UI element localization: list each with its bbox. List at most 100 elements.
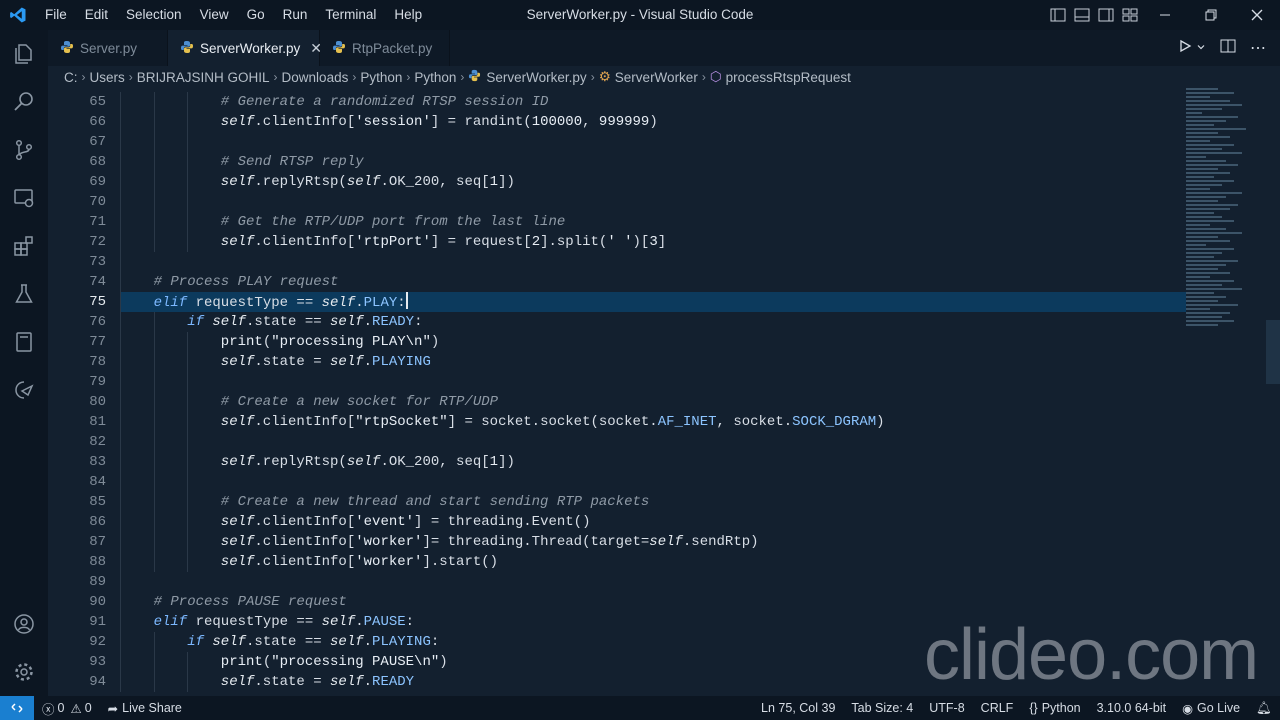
restore-icon[interactable] — [1188, 0, 1234, 30]
code-token: ] — [657, 234, 667, 250]
search-icon[interactable] — [0, 78, 48, 126]
testing-flask-icon[interactable] — [0, 270, 48, 318]
warning-count: 0 — [84, 701, 92, 715]
breadcrumb-python-sub[interactable]: Python — [414, 70, 456, 85]
breadcrumb-method[interactable]: ⬡ processRtspRequest — [710, 69, 851, 85]
breadcrumb-class[interactable]: ⚙ ServerWorker — [599, 69, 698, 85]
code-token: PLAYING — [372, 354, 431, 370]
breadcrumb-user-folder[interactable]: BRIJRAJSINH GOHIL — [137, 70, 270, 85]
menu-selection[interactable]: Selection — [117, 0, 191, 30]
code-line[interactable]: self.clientInfo['event'] = threading.Eve… — [120, 512, 1180, 532]
minimap-line — [1186, 248, 1234, 250]
tab-size[interactable]: Tab Size: 4 — [843, 696, 921, 720]
python-interpreter[interactable]: 3.10.0 64-bit — [1089, 696, 1175, 720]
code-line[interactable] — [120, 472, 1180, 492]
run-debug-icon[interactable] — [0, 174, 48, 222]
code-line[interactable]: elif requestType == self.PLAY: — [120, 292, 1186, 312]
code-line[interactable] — [120, 132, 1180, 152]
live-share-status[interactable]: ➦ Live Share — [100, 696, 190, 720]
minimap[interactable] — [1186, 88, 1266, 348]
code-line[interactable] — [120, 572, 1180, 592]
breadcrumb-drive[interactable]: C: — [64, 70, 78, 85]
code-line[interactable]: # Create a new socket for RTP/UDP — [120, 392, 1180, 412]
menu-terminal[interactable]: Terminal — [316, 0, 385, 30]
vertical-scrollbar[interactable] — [1266, 320, 1280, 384]
breadcrumb-users[interactable]: Users — [90, 70, 125, 85]
indent-guide — [120, 612, 121, 632]
code-line[interactable]: # Process PAUSE request — [120, 592, 1180, 612]
breadcrumb-file[interactable]: ServerWorker.py — [468, 69, 587, 85]
go-live-button[interactable]: ◉ Go Live — [1174, 696, 1248, 720]
run-options-chevron-down-icon[interactable] — [1196, 39, 1206, 57]
menu-run[interactable]: Run — [274, 0, 317, 30]
minimize-icon[interactable] — [1142, 0, 1188, 30]
code-line[interactable]: print("processing PLAY\n") — [120, 332, 1180, 352]
split-editor-icon[interactable] — [1220, 39, 1236, 58]
file-encoding[interactable]: UTF-8 — [921, 696, 972, 720]
extensions-icon[interactable] — [0, 222, 48, 270]
tab-serverworker-py[interactable]: ServerWorker.py ✕ — [168, 30, 322, 66]
code-line[interactable]: self.clientInfo['worker']= threading.Thr… — [120, 532, 1180, 552]
code-line[interactable]: # Create a new thread and start sending … — [120, 492, 1180, 512]
indent-guide — [187, 352, 189, 372]
tab-server-py[interactable]: Server.py — [48, 30, 168, 66]
code-line[interactable]: self.replyRtsp(self.OK_200, seq[1]) — [120, 452, 1180, 472]
menu-edit[interactable]: Edit — [76, 0, 117, 30]
cursor-position[interactable]: Ln 75, Col 39 — [753, 696, 843, 720]
code-token: # Get the RTP/UDP port from the last lin… — [220, 214, 566, 230]
code-token: self — [212, 314, 247, 330]
code-line[interactable] — [120, 372, 1180, 392]
indent-guide — [153, 332, 155, 352]
code-line[interactable]: self.replyRtsp(self.OK_200, seq[1]) — [120, 172, 1180, 192]
live-share-icon[interactable] — [0, 366, 48, 414]
code-token: ]) — [498, 174, 515, 190]
code-line[interactable]: # Generate a randomized RTSP session ID — [120, 92, 1180, 112]
code-line[interactable]: self.clientInfo['worker'].start() — [120, 552, 1180, 572]
toggle-primary-sidebar-icon[interactable] — [1046, 0, 1070, 30]
minimap-line — [1186, 320, 1234, 322]
breadcrumb-python[interactable]: Python — [360, 70, 402, 85]
minimap-line — [1186, 252, 1222, 254]
source-control-icon[interactable] — [0, 126, 48, 174]
toggle-panel-icon[interactable] — [1070, 0, 1094, 30]
customize-layout-icon[interactable] — [1118, 0, 1142, 30]
menu-file[interactable]: File — [36, 0, 76, 30]
remote-explorer-icon[interactable] — [0, 318, 48, 366]
more-actions-icon[interactable]: ⋯ — [1250, 38, 1266, 58]
code-line[interactable] — [120, 252, 1180, 272]
menu-help[interactable]: Help — [385, 0, 431, 30]
code-area[interactable]: # Generate a randomized RTSP session ID s… — [120, 92, 1186, 692]
code-line[interactable]: if self.state == self.READY: — [120, 312, 1180, 332]
code-line[interactable]: # Process PLAY request — [120, 272, 1180, 292]
code-line[interactable]: self.clientInfo["rtpSocket"] = socket.so… — [120, 412, 1180, 432]
tab-rtppacket-py[interactable]: RtpPacket.py — [320, 30, 450, 66]
menu-go[interactable]: Go — [238, 0, 274, 30]
code-editor[interactable]: 65 66 67 68 69 70 71 72 73 74 75 76 77 78 79 80 81 82 83 84… — [48, 88, 1280, 696]
remote-indicator-icon[interactable] — [0, 696, 34, 720]
code-line[interactable] — [120, 432, 1180, 452]
problems-status[interactable]: ⓧ 0 ⚠ 0 — [34, 696, 100, 720]
close-window-icon[interactable] — [1234, 0, 1280, 30]
code-token: READY — [372, 674, 415, 690]
code-line[interactable]: # Get the RTP/UDP port from the last lin… — [120, 212, 1180, 232]
accounts-icon[interactable] — [0, 600, 48, 648]
run-python-file-icon[interactable] — [1178, 39, 1192, 58]
manage-gear-icon[interactable] — [0, 648, 48, 696]
code-line[interactable]: self.clientInfo['session'] = randint(100… — [120, 112, 1180, 132]
line-number: 68 — [89, 154, 106, 170]
explorer-icon[interactable] — [0, 30, 48, 78]
end-of-line[interactable]: CRLF — [973, 696, 1022, 720]
line-number: 90 — [89, 594, 106, 610]
menu-view[interactable]: View — [191, 0, 238, 30]
code-line[interactable] — [120, 192, 1180, 212]
code-line[interactable]: self.state = self.PLAYING — [120, 352, 1180, 372]
code-line[interactable]: # Send RTSP reply — [120, 152, 1180, 172]
breadcrumb-file-label: ServerWorker.py — [486, 69, 587, 85]
code-token: . — [363, 674, 373, 690]
breadcrumb-downloads[interactable]: Downloads — [282, 70, 349, 85]
error-count: 0 — [57, 701, 65, 715]
notifications-bell-icon[interactable]: 🔔︎ — [1248, 696, 1280, 720]
language-mode[interactable]: {} Python — [1021, 696, 1088, 720]
code-line[interactable]: self.clientInfo['rtpPort'] = request[2].… — [120, 232, 1180, 252]
toggle-secondary-sidebar-icon[interactable] — [1094, 0, 1118, 30]
